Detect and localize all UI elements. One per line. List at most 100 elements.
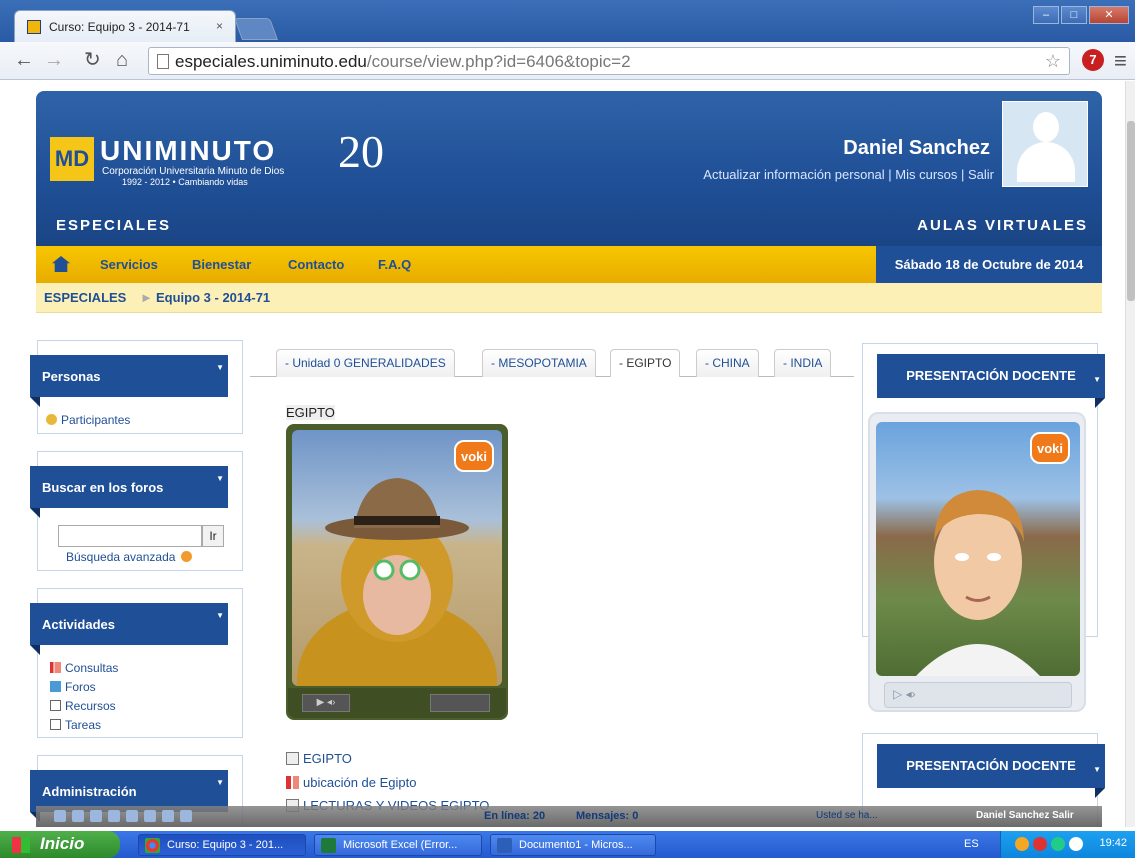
resource-ubicacion[interactable]: ubicación de Egipto (286, 775, 416, 790)
start-button[interactable]: Inicio (0, 831, 120, 858)
url-host: especiales.uniminuto.edu (175, 52, 367, 71)
minimize-icon[interactable]: – (1033, 6, 1059, 24)
block-collapse-icon[interactable]: ▼ (1093, 748, 1101, 792)
teacher-voki-player[interactable]: voki ▷ ◂› (868, 412, 1086, 712)
voki-player-section[interactable]: voki ▶ ◂› (286, 424, 508, 720)
back-arrow-icon[interactable]: ← (14, 49, 34, 71)
voki-extra-buttons[interactable] (430, 694, 490, 712)
bookmark-star-icon[interactable]: ☆ (1045, 51, 1061, 72)
tag-icon[interactable] (162, 810, 174, 822)
advanced-search-link[interactable]: Búsqueda avanzada (66, 550, 196, 564)
nav-servicios[interactable]: Servicios (100, 257, 158, 272)
avatar[interactable] (1002, 101, 1088, 187)
play-button[interactable]: ▶ ◂› (302, 694, 350, 712)
nav-faq[interactable]: F.A.Q (378, 257, 411, 272)
forum-search-input[interactable] (58, 525, 202, 547)
especiales-tagline: ESPECIALES (56, 217, 172, 234)
block-collapse-icon[interactable]: ▼ (216, 363, 224, 372)
windows-logo-icon (12, 837, 30, 853)
browser-tab[interactable]: Curso: Equipo 3 - 2014-71 × (14, 10, 236, 42)
foros-link[interactable]: Foros (50, 680, 96, 694)
new-tab-button[interactable] (233, 18, 279, 40)
tab-mesopotamia[interactable]: - MESOPOTAMIA (482, 349, 596, 377)
tab-china[interactable]: - CHINA (696, 349, 759, 377)
voki-logo: voki (454, 440, 494, 472)
task-excel[interactable]: Microsoft Excel (Error... (314, 834, 482, 856)
dock-user[interactable]: Daniel Sanchez Salir (976, 810, 1074, 821)
tab-egipto[interactable]: - EGIPTO (610, 349, 681, 377)
block-collapse-icon[interactable]: ▼ (216, 778, 224, 787)
site-header: MD UNIMINUTO Corporación Universitaria M… (36, 91, 1102, 246)
mail-icon[interactable] (90, 810, 102, 822)
uniminuto-logo[interactable]: MD UNIMINUTO Corporación Universitaria M… (50, 126, 420, 191)
tareas-link[interactable]: Tareas (50, 718, 101, 732)
nav-contacto[interactable]: Contacto (288, 257, 344, 272)
voki-logo: voki (1030, 432, 1070, 464)
extension-icon[interactable]: 7 (1082, 49, 1104, 71)
tray-icon[interactable] (1051, 837, 1065, 851)
block-collapse-icon[interactable]: ▼ (216, 474, 224, 483)
help-icon (180, 551, 192, 562)
breadcrumb: ESPECIALES ► Equipo 3 - 2014-71 (36, 283, 1102, 313)
page-scrollbar[interactable] (1125, 81, 1135, 827)
task-word[interactable]: Documento1 - Micros... (490, 834, 656, 856)
online-count[interactable]: En línea: 20 (484, 810, 545, 822)
people-icon (46, 414, 57, 425)
presentacion-docente-title: PRESENTACIÓN DOCENTE ▼ (877, 744, 1105, 798)
chart-icon (50, 662, 61, 673)
tray-icon[interactable] (1069, 837, 1083, 851)
tab-unidad-0[interactable]: - Unidad 0 GENERALIDADES (276, 349, 455, 377)
participantes-link[interactable]: Participantes (46, 413, 130, 427)
close-tab-icon[interactable]: × (216, 19, 223, 33)
breadcrumb-root[interactable]: ESPECIALES (44, 290, 126, 305)
file-icon (286, 752, 299, 765)
scrollbar-thumb[interactable] (1127, 121, 1135, 301)
chat-icon[interactable] (126, 810, 138, 822)
logo-subtitle: Corporación Universitaria Minuto de Dios (102, 166, 285, 177)
browser-toolbar: ← → ↻ ⌂ especiales.uniminuto.edu/course/… (0, 42, 1135, 80)
address-bar[interactable]: especiales.uniminuto.edu/course/view.php… (148, 47, 1070, 75)
search-icon[interactable] (180, 810, 192, 822)
clock: 19:42 (1099, 837, 1127, 849)
home-nav-icon[interactable] (52, 256, 70, 272)
browser-titlebar: Curso: Equipo 3 - 2014-71 × – □ ✕ (0, 0, 1135, 42)
tab-india[interactable]: - INDIA (774, 349, 832, 377)
language-indicator[interactable]: ES (964, 838, 979, 850)
nav-bienestar[interactable]: Bienestar (192, 257, 251, 272)
tray-icon[interactable] (1033, 837, 1047, 851)
system-tray: 19:42 (1000, 831, 1135, 858)
forward-arrow-icon[interactable]: → (44, 49, 64, 71)
resource-egipto[interactable]: EGIPTO (286, 751, 352, 766)
teacher-voki-scene: voki (876, 422, 1080, 676)
block-collapse-icon[interactable]: ▼ (216, 611, 224, 620)
consultas-link[interactable]: Consultas (50, 661, 118, 675)
menu-icon[interactable]: ≡ (1114, 48, 1127, 74)
forum-search-button[interactable]: Ir (202, 525, 224, 547)
block-collapse-icon[interactable]: ▼ (1093, 358, 1101, 402)
breadcrumb-separator-icon: ► (140, 290, 153, 305)
maximize-icon[interactable]: □ (1061, 6, 1087, 24)
document-icon (50, 700, 61, 711)
close-window-icon[interactable]: ✕ (1089, 6, 1129, 24)
recursos-link[interactable]: Recursos (50, 699, 116, 713)
user-links[interactable]: Actualizar información personal | Mis cu… (703, 167, 994, 182)
tray-icon[interactable] (1015, 837, 1029, 851)
forum-icon[interactable] (144, 810, 156, 822)
messages-count[interactable]: Mensajes: 0 (576, 810, 638, 822)
avatar-head-icon (1033, 112, 1059, 142)
play-button[interactable]: ▷ ◂› (893, 687, 916, 701)
user-icon[interactable] (54, 810, 66, 822)
logo-tagline: 1992 - 2012 • Cambiando vidas (122, 177, 248, 187)
login-notice: Usted se ha... (816, 810, 878, 821)
tab-title: Curso: Equipo 3 - 2014-71 (49, 20, 190, 34)
user-name[interactable]: Daniel Sanchez (843, 137, 990, 160)
task-chrome[interactable]: Curso: Equipo 3 - 201... (138, 834, 306, 856)
anniversary-mark: 20 (338, 126, 384, 177)
reload-icon[interactable]: ↻ (84, 49, 101, 71)
home-icon[interactable]: ⌂ (116, 49, 128, 71)
avatar-body-icon (1017, 142, 1075, 182)
chart-icon (286, 776, 299, 789)
calendar-icon[interactable] (108, 810, 120, 822)
tools-icon[interactable] (72, 810, 84, 822)
word-icon (497, 838, 512, 853)
